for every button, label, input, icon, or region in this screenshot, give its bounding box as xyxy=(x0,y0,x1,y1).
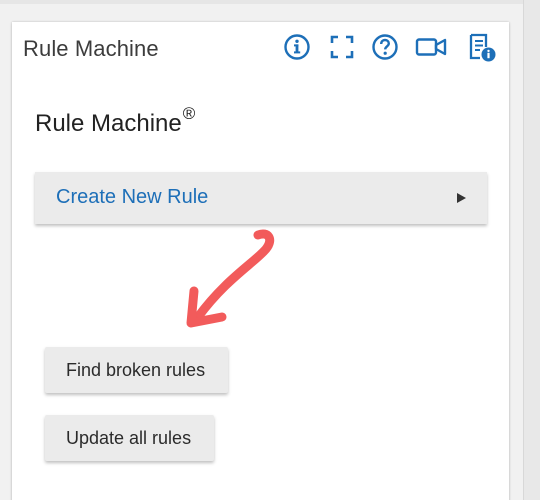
annotation-arrow-icon xyxy=(186,229,275,328)
help-circle-icon[interactable] xyxy=(370,32,400,62)
update-all-rules-button[interactable]: Update all rules xyxy=(45,415,214,461)
document-info-icon[interactable] xyxy=(466,32,500,62)
update-all-rules-label: Update all rules xyxy=(66,428,192,448)
play-arrow-icon xyxy=(457,193,466,203)
info-circle-icon[interactable] xyxy=(282,32,312,62)
video-camera-icon[interactable] xyxy=(414,32,450,62)
find-broken-rules-button[interactable]: Find broken rules xyxy=(45,347,228,393)
registered-mark: ® xyxy=(182,104,196,123)
fullscreen-icon[interactable] xyxy=(327,32,357,62)
card-title: Rule Machine xyxy=(23,36,159,61)
page: Rule Machine Rule Machine® Create New Ru… xyxy=(0,0,540,500)
top-divider xyxy=(0,0,540,4)
app-heading-text: Rule Machine xyxy=(35,110,182,137)
right-scroll-gutter[interactable] xyxy=(523,0,540,500)
app-heading: Rule Machine® xyxy=(35,104,196,138)
find-broken-rules-label: Find broken rules xyxy=(66,360,206,380)
gutter-divider xyxy=(523,0,524,500)
